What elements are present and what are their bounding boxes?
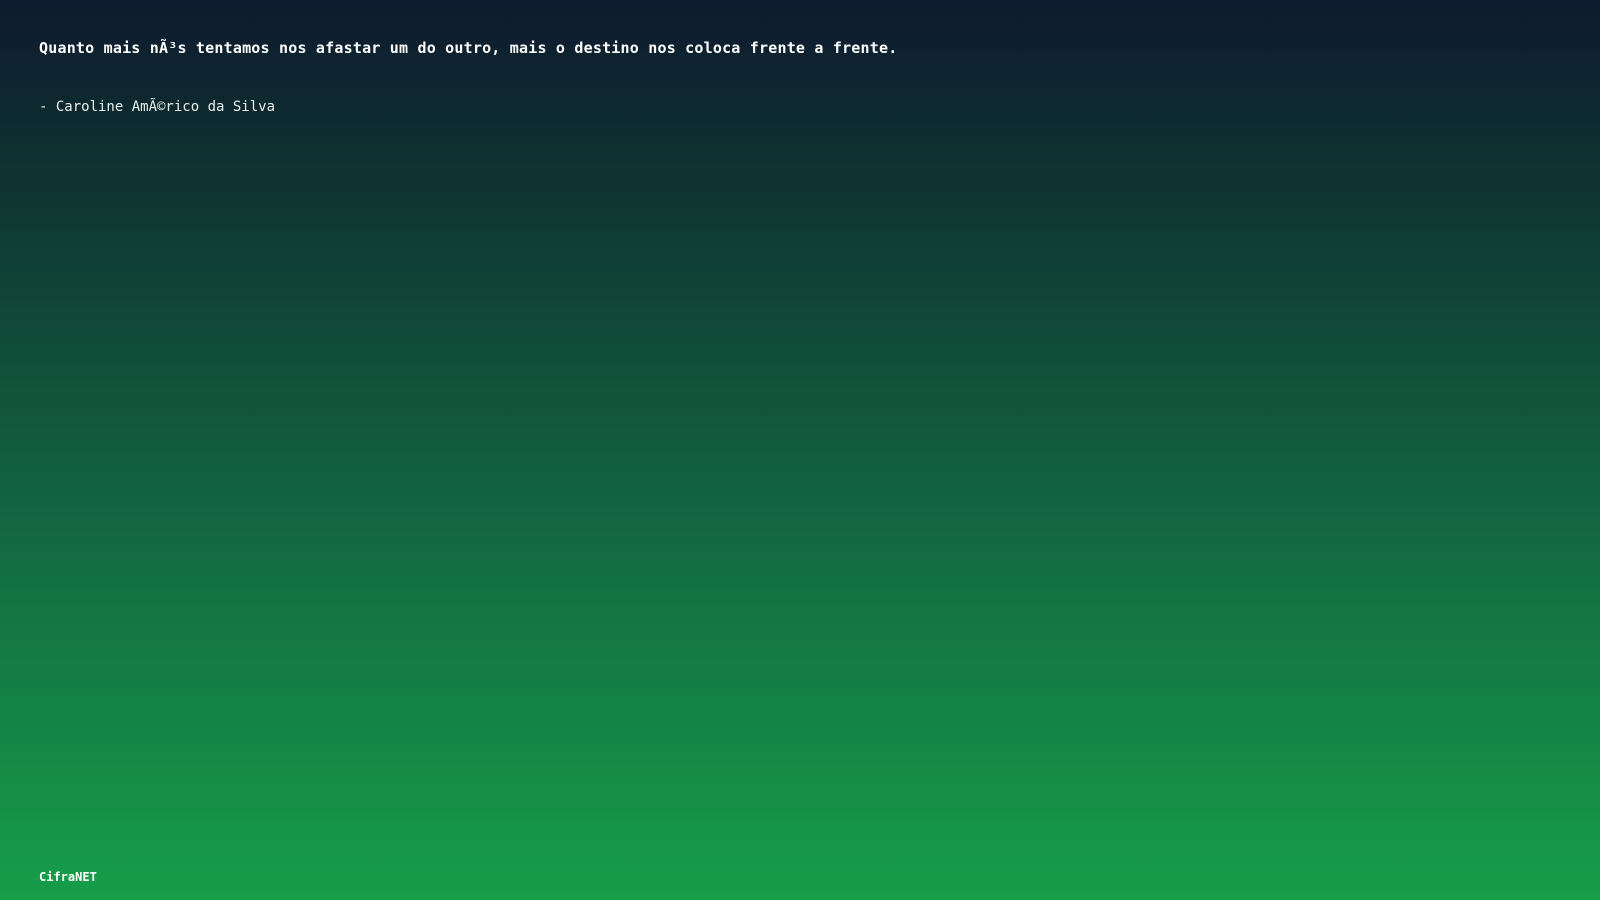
quote-text: Quanto mais nÃ³s tentamos nos afastar um…	[39, 39, 898, 57]
quote-screen: { "quote": { "text": "Quanto mais nÃ³s t…	[0, 0, 1600, 900]
brand-label: CifraNET	[39, 870, 97, 884]
quote-author: - Caroline AmÃ©rico da Silva	[39, 99, 276, 115]
